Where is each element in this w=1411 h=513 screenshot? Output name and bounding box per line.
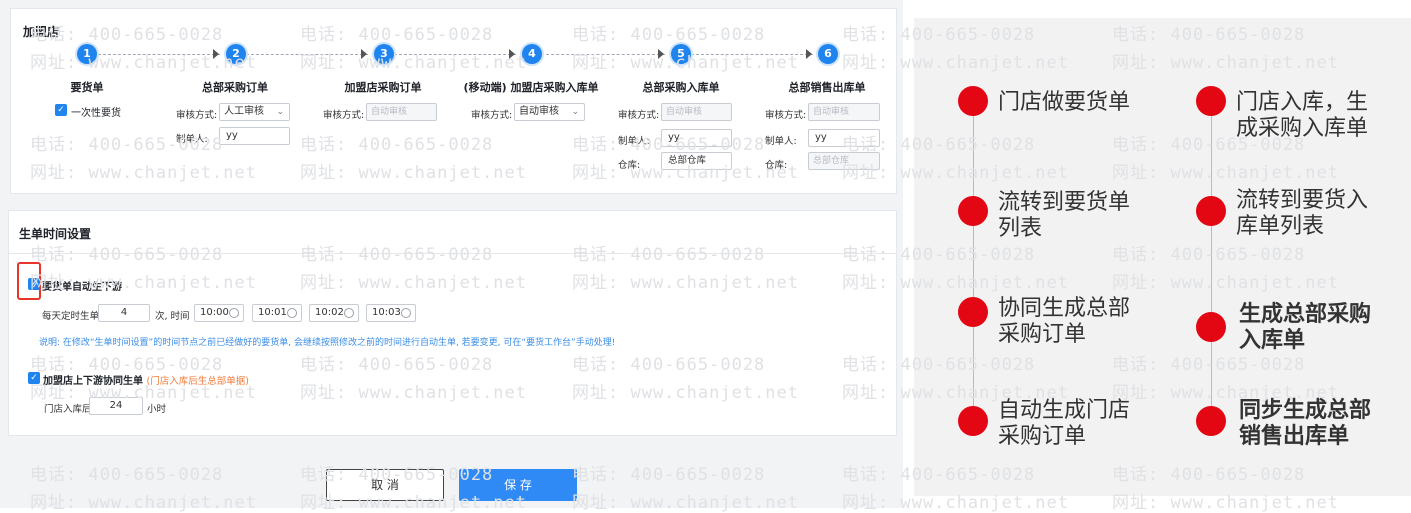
sync-label-text: 加盟店上下游协同生单 — [43, 376, 143, 387]
sync-hint: (门店入库后生总部单据) — [146, 376, 249, 387]
arrow-right-icon — [658, 49, 664, 59]
step-3-review-select[interactable]: 自动审核 — [366, 103, 437, 121]
franchise-panel: 加盟店 — [10, 8, 897, 194]
step-3-review-label: 审核方式: — [323, 110, 365, 121]
flow-line-right — [1211, 100, 1212, 430]
arrow-right-icon — [509, 49, 515, 59]
clock-icon — [344, 308, 354, 318]
clock-icon — [287, 308, 297, 318]
cancel-button[interactable]: 取 消 — [326, 469, 444, 501]
step-6-maker-input[interactable]: yy — [808, 129, 880, 147]
step-5-maker-input[interactable]: yy — [661, 129, 732, 147]
step-6-review-label: 审核方式: — [765, 110, 807, 121]
schedule-title: 生单时间设置 — [19, 227, 92, 241]
step-6-number: 6 — [818, 44, 838, 64]
step-5-maker-label: 制单人: — [618, 136, 650, 147]
flow-step-right-1: 门店入库，生成采购入库单 — [1236, 90, 1369, 141]
save-button[interactable]: 保 存 — [459, 469, 577, 501]
time-picker-4[interactable]: 10:03 — [366, 304, 416, 322]
step-2-review-label: 审核方式: — [176, 110, 218, 121]
schedule-note: 说明: 在修改“生单时间设置”的时间节点之前已经做好的要货单, 会继续按照修改之… — [39, 338, 616, 348]
step-5-warehouse-input[interactable]: 总部仓库 — [661, 152, 732, 170]
clock-icon — [401, 308, 411, 318]
time-picker-3[interactable]: 10:02 — [309, 304, 359, 322]
chevron-down-icon: ⌄ — [276, 107, 284, 117]
time-value-2: 10:01 — [258, 307, 287, 318]
step-6-maker-label: 制单人: — [765, 136, 797, 147]
step-1-number: 1 — [77, 44, 97, 64]
flow-step-left-1: 门店做要货单 — [998, 90, 1131, 115]
arrow-right-icon — [806, 49, 812, 59]
step-connector — [691, 54, 813, 55]
daily-count-input[interactable]: 4 — [98, 304, 150, 322]
settings-area: 加盟店 1 2 3 4 5 6 要货单 总部采购订单 加盟店采购订单 (移动端)… — [0, 0, 903, 508]
step-5-review-label: 审核方式: — [618, 110, 660, 121]
flow-line-left — [973, 100, 974, 430]
step-connector — [541, 54, 665, 55]
hours-input[interactable]: 24 — [89, 397, 143, 415]
step-6-warehouse-label: 仓库: — [765, 160, 788, 171]
flow-step-right-2: 流转到要货入库单列表 — [1236, 188, 1369, 239]
arrow-right-icon — [213, 49, 219, 59]
step-4-label: (移动端) 加盟店采购入库单 — [463, 81, 599, 94]
sync-label: 加盟店上下游协同生单 (门店入库后生总部单据) — [43, 372, 249, 387]
step-1-label: 要货单 — [70, 81, 104, 94]
step-connector — [98, 54, 220, 55]
flow-step-right-4: 同步生成总部销售出库单 — [1239, 398, 1372, 449]
flow-dot — [1196, 86, 1226, 116]
clock-icon — [229, 308, 239, 318]
step-2-review-select[interactable]: 人工审核 ⌄ — [219, 103, 290, 121]
flow-dot — [1196, 406, 1226, 436]
sync-checkbox[interactable]: ✓ — [28, 372, 40, 384]
auto-generate-label: 要货单自动生下游 — [42, 282, 122, 293]
franchise-title: 加盟店 — [23, 25, 60, 39]
flow-step-left-3: 协同生成总部采购订单 — [998, 296, 1131, 347]
step-4-review-value: 自动审核 — [519, 106, 559, 117]
flow-dot — [958, 86, 988, 116]
step-4-review-select[interactable]: 自动审核 ⌄ — [514, 103, 585, 121]
flow-dot — [1196, 312, 1226, 342]
chevron-down-icon: ⌄ — [571, 107, 579, 117]
divider — [9, 253, 896, 254]
step-5-label: 总部采购入库单 — [642, 81, 720, 94]
step-6-warehouse-input[interactable]: 总部仓库 — [808, 152, 880, 170]
step-5-number: 5 — [671, 44, 691, 64]
step-2-review-value: 人工审核 — [224, 106, 264, 117]
times-label: 次, 时间 — [155, 311, 190, 322]
step-connector — [394, 54, 516, 55]
auto-generate-checkbox[interactable]: ✓ — [28, 278, 40, 290]
flow-dot — [958, 196, 988, 226]
daily-label: 每天定时生单 — [42, 311, 100, 322]
step-connector — [246, 54, 368, 55]
step-4-number: 4 — [522, 44, 542, 64]
flow-step-left-4: 自动生成门店采购订单 — [998, 398, 1131, 449]
time-picker-2[interactable]: 10:01 — [252, 304, 302, 322]
step-3-number: 3 — [374, 44, 394, 64]
step-2-number: 2 — [226, 44, 246, 64]
one-time-checkbox[interactable]: ✓ — [55, 104, 67, 116]
step-4-review-label: 审核方式: — [471, 110, 513, 121]
flow-step-left-2: 流转到要货单列表 — [998, 190, 1131, 241]
step-5-warehouse-label: 仓库: — [618, 160, 641, 171]
time-picker-1[interactable]: 10:00 — [194, 304, 244, 322]
step-2-maker-input[interactable]: yy — [219, 127, 290, 145]
step-5-review-select[interactable]: 自动审核 — [661, 103, 732, 121]
arrow-right-icon — [361, 49, 367, 59]
step-2-label: 总部采购订单 — [202, 81, 268, 94]
step-2-maker-label: 制单人: — [176, 134, 208, 145]
step-3-label: 加盟店采购订单 — [344, 81, 422, 94]
one-time-label: 一次性要货 — [71, 108, 121, 119]
step-6-label: 总部销售出库单 — [788, 81, 866, 94]
step-6-review-select[interactable]: 自动审核 — [808, 103, 880, 121]
store-entry-label: 门店入库后 — [44, 404, 92, 415]
flow-dot — [1196, 196, 1226, 226]
flow-dot — [958, 406, 988, 436]
flow-step-right-3: 生成总部采购入库单 — [1239, 302, 1372, 353]
time-value-4: 10:03 — [372, 307, 401, 318]
time-value-1: 10:00 — [200, 307, 229, 318]
time-value-3: 10:02 — [315, 307, 344, 318]
hours-unit: 小时 — [147, 404, 167, 415]
flow-dot — [958, 297, 988, 327]
